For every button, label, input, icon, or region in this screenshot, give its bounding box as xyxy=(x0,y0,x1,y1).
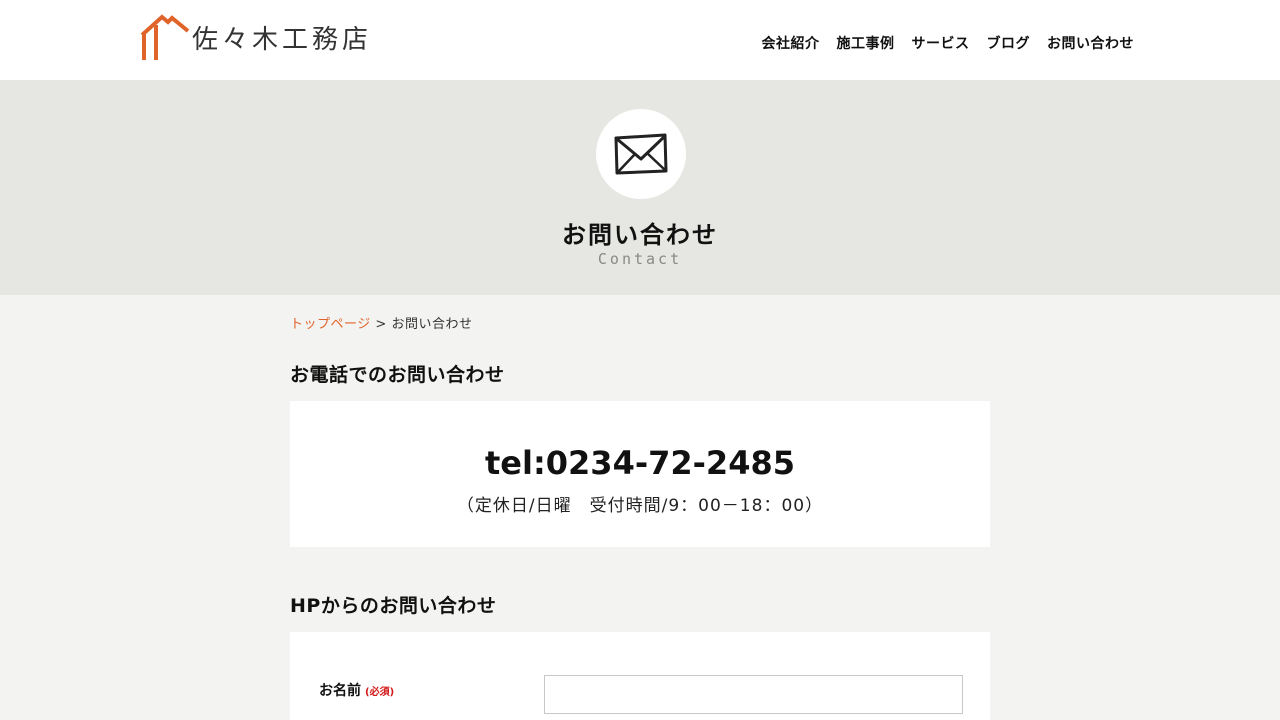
site-header: 佐々木工務店 会社紹介 施工事例 サービス ブログ お問い合わせ xyxy=(0,0,1280,80)
name-input[interactable] xyxy=(544,675,963,714)
phone-number[interactable]: tel:0234-72-2485 xyxy=(290,444,990,482)
main-nav: 会社紹介 施工事例 サービス ブログ お問い合わせ xyxy=(762,33,1135,53)
envelope-icon xyxy=(614,133,668,175)
nav-contact[interactable]: お問い合わせ xyxy=(1047,33,1134,53)
house-logo-icon xyxy=(140,14,190,60)
name-field-label: お名前 (必須) xyxy=(319,680,394,700)
hero-icon-circle xyxy=(596,109,686,199)
nav-blog[interactable]: ブログ xyxy=(987,33,1031,53)
phone-box: tel:0234-72-2485 （定休日/日曜 受付時間/9：00－18：00… xyxy=(290,401,990,547)
page-subtitle: Contact xyxy=(597,250,683,268)
page-title: お問い合わせ xyxy=(562,221,718,249)
logo-text: 佐々木工務店 xyxy=(192,24,373,55)
site-logo[interactable]: 佐々木工務店 xyxy=(140,13,372,61)
nav-services[interactable]: サービス xyxy=(912,33,970,53)
nav-company[interactable]: 会社紹介 xyxy=(762,33,820,53)
contact-form: お名前 (必須) xyxy=(290,632,990,720)
breadcrumb-home-link[interactable]: トップページ xyxy=(290,317,371,332)
nav-works[interactable]: 施工事例 xyxy=(837,33,895,53)
page-hero: お問い合わせ Contact xyxy=(0,80,1280,295)
name-label-text: お名前 xyxy=(319,683,361,699)
business-hours: （定休日/日曜 受付時間/9：00－18：00） xyxy=(456,496,824,516)
breadcrumb-current: お問い合わせ xyxy=(391,317,473,332)
form-section-title: HPからのお問い合わせ xyxy=(290,595,497,617)
breadcrumb: トップページ > お問い合わせ xyxy=(290,313,472,332)
required-badge: (必須) xyxy=(365,687,395,698)
phone-section-title: お電話でのお問い合わせ xyxy=(290,364,505,386)
breadcrumb-separator: > xyxy=(375,317,387,332)
